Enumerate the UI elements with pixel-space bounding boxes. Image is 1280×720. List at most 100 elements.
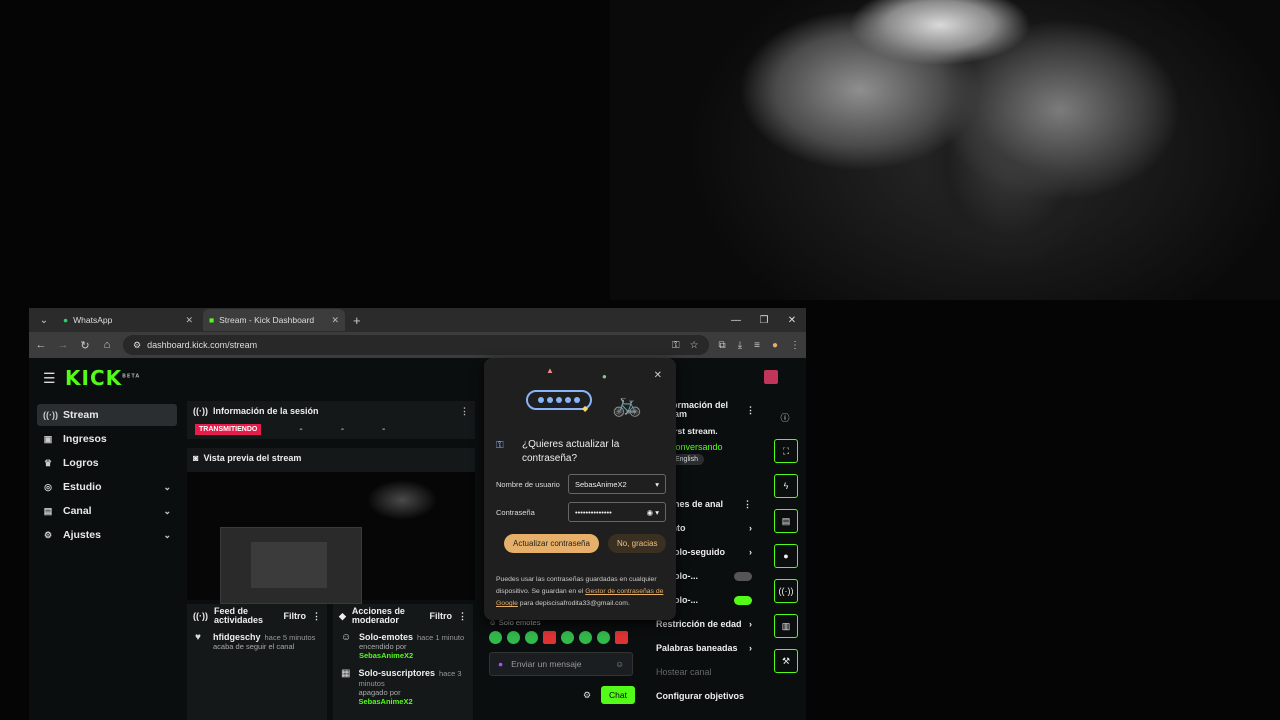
restore-icon[interactable]: ❐ (750, 308, 778, 332)
sidebar-item-canal[interactable]: ▤ Canal ⌄ (37, 500, 177, 522)
emote-icon[interactable] (579, 631, 592, 644)
minimize-icon[interactable]: — (722, 308, 750, 332)
close-tab-icon[interactable]: ✕ (185, 315, 193, 326)
key-icon: ⚿ (496, 440, 504, 451)
update-password-button[interactable]: Actualizar contraseña (504, 534, 599, 553)
toggle-switch[interactable] (734, 595, 752, 605)
emote-icon[interactable] (615, 631, 628, 644)
stat-value: - (299, 424, 303, 435)
emote-icon[interactable] (561, 631, 574, 644)
broadcast-icon[interactable]: ((·)) (774, 579, 798, 603)
panel-title: Vista previa del stream (203, 453, 302, 463)
download-icon[interactable]: ⤓ (738, 340, 742, 351)
chevron-right-icon: › (749, 619, 752, 629)
extensions-icon[interactable]: ⧉ (719, 340, 726, 351)
stream-title: first stream. (669, 426, 718, 436)
sidebar-item-logros[interactable]: ♛ Logros (37, 452, 177, 474)
chat-send-button[interactable]: Chat (601, 686, 635, 704)
more-options-icon[interactable]: ⋮ (458, 611, 467, 622)
close-window-icon[interactable]: ✕ (778, 308, 806, 332)
activity-feed-panel: ((·)) Feed de actividades Filtro ⋮ ♥ hfidge… (187, 604, 327, 720)
close-tab-icon[interactable]: ✕ (331, 315, 339, 326)
profile-icon[interactable]: ● (772, 340, 778, 351)
preview-webcam (367, 480, 437, 520)
no-thanks-button[interactable]: No, gracias (608, 534, 667, 553)
info-icon[interactable]: ⓘ (774, 406, 796, 428)
forward-icon[interactable]: → (57, 339, 69, 351)
stream-category[interactable]: Conversando (669, 442, 759, 452)
username[interactable]: SebasAnimeX2 (359, 651, 464, 660)
activity-text: acaba de seguir el canal (213, 642, 295, 651)
bookmark-star-icon[interactable]: ☆ (690, 340, 699, 351)
username[interactable]: hfidgeschy (213, 632, 261, 642)
chat-settings-icon[interactable]: ⚙ (583, 690, 591, 701)
tab-search-icon[interactable]: ⌄ (35, 311, 53, 329)
list-item: ▦ Solo-suscriptores hace 3 minutos apagado… (333, 664, 473, 710)
more-options-icon[interactable]: ⋮ (460, 406, 469, 417)
notes-icon[interactable]: ▤ (774, 509, 798, 533)
sidebar-item-ajustes[interactable]: ⚙ Ajustes ⌄ (37, 524, 177, 546)
user-avatar[interactable] (764, 370, 778, 384)
home-icon[interactable]: ⌂ (101, 339, 113, 351)
action-goals[interactable]: Configurar objetivos (656, 684, 756, 708)
tab-kick-dashboard[interactable]: ■ Stream - Kick Dashboard ✕ (203, 309, 345, 331)
list-item: ☺ Solo-emotes hace 1 minuto encendido por S… (333, 628, 473, 664)
sidebar-item-stream[interactable]: ((·)) Stream (37, 404, 177, 426)
preview-icon: ◙ (193, 453, 199, 463)
close-icon[interactable]: ✕ (654, 370, 662, 381)
filter-button[interactable]: Filtro (430, 611, 453, 621)
back-icon[interactable]: ← (35, 339, 47, 351)
panel-title: formación del eam (669, 400, 729, 419)
action-label: Hostear canal (656, 667, 712, 677)
trophy-icon: ♛ (43, 457, 53, 468)
emoji-icon[interactable]: ☺ (615, 659, 624, 669)
chat-input[interactable]: ● Enviar un mensaje ☺ (489, 652, 633, 676)
more-options-icon[interactable]: ⋮ (746, 405, 755, 416)
feed-icon: ((·)) (193, 611, 208, 621)
broadcast-icon: ((·)) (43, 410, 58, 420)
emote-icon[interactable] (597, 631, 610, 644)
stream-preview-video[interactable] (187, 472, 475, 604)
sidebar-item-estudio[interactable]: ◎ Estudio ⌄ (37, 476, 177, 498)
wrench-icon[interactable]: ⚒ (774, 649, 798, 673)
site-info-icon[interactable]: ⚙ (133, 340, 141, 351)
password-field[interactable]: •••••••••••••• ◉ ▾ (568, 502, 666, 522)
whatsapp-icon: ● (63, 315, 69, 325)
kick-dashboard: ☰ KICKBETA ((·)) Stream ▣ Ingresos ♛ Logros… (29, 358, 806, 720)
more-options-icon[interactable]: ⋮ (743, 499, 752, 510)
layout-icon[interactable]: ▥ (774, 614, 798, 638)
emote-icon[interactable] (543, 631, 556, 644)
emote-icon[interactable] (489, 631, 502, 644)
mic-icon[interactable]: ● (498, 659, 503, 669)
studio-icon: ◎ (44, 481, 52, 492)
eye-icon[interactable]: ◉ (647, 508, 654, 517)
password-key-icon[interactable]: ⚿ (672, 340, 680, 351)
chevron-down-icon: ▾ (655, 507, 659, 517)
emote-icon[interactable] (525, 631, 538, 644)
stream-preview-panel: ◙ Vista previa del stream (187, 448, 475, 604)
reload-icon[interactable]: ↻ (79, 339, 91, 352)
more-menu-icon[interactable]: ⋮ (790, 340, 800, 351)
username[interactable]: SebasAnimeX2 (358, 697, 465, 706)
filter-button[interactable]: Filtro (284, 611, 307, 621)
dialog-title: ¿Quieres actualizar la contraseña? (522, 439, 620, 464)
password-value: •••••••••••••• (575, 507, 612, 517)
new-tab-icon[interactable]: + (353, 313, 361, 328)
bolt-icon[interactable]: ϟ (774, 474, 798, 498)
address-bar[interactable]: ⚙ dashboard.kick.com/stream ⚿ ☆ (123, 335, 709, 355)
emote-icon: ☺ (341, 632, 352, 643)
username-label: Nombre de usuario (496, 479, 560, 489)
reading-list-icon[interactable]: ≡ (754, 340, 760, 351)
sidebar-item-ingresos[interactable]: ▣ Ingresos (37, 428, 177, 450)
action-host-channel[interactable]: Hostear canal (656, 660, 756, 684)
action-banned-words[interactable]: Palabras baneadas › (656, 636, 756, 660)
hamburger-menu-icon[interactable]: ☰ (43, 370, 56, 387)
fullscreen-icon[interactable]: ⛶ (774, 439, 798, 463)
username-select[interactable]: SebasAnimeX2 ▾ (568, 474, 666, 494)
emote-icon[interactable] (507, 631, 520, 644)
more-options-icon[interactable]: ⋮ (312, 611, 321, 622)
tab-whatsapp[interactable]: ● WhatsApp ✕ (57, 309, 199, 331)
chat-bubble-icon[interactable]: ● (774, 544, 798, 568)
kick-logo[interactable]: KICKBETA (65, 366, 140, 390)
toggle-switch[interactable] (734, 571, 752, 581)
